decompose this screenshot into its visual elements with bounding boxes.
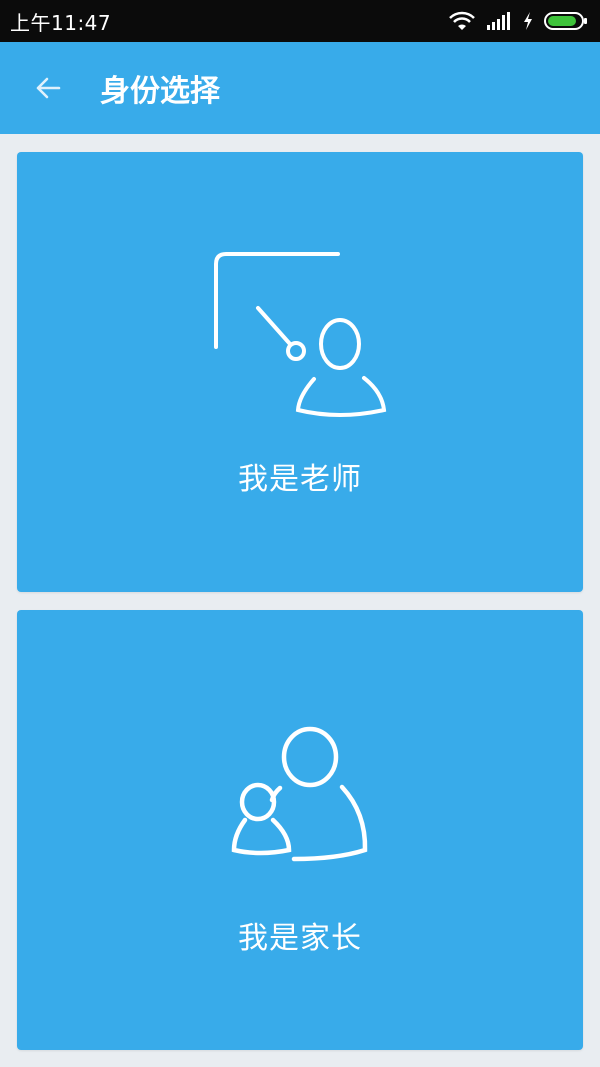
page-title: 身份选择	[100, 74, 220, 109]
charging-icon	[524, 12, 532, 30]
back-button[interactable]	[24, 64, 72, 112]
app-bar: 身份选择	[0, 42, 600, 134]
teacher-option-card[interactable]: 我是老师	[17, 152, 583, 592]
signal-icon	[487, 12, 510, 30]
parent-option-label: 我是家长	[238, 921, 362, 956]
status-bar: 上午11:47	[0, 0, 600, 42]
battery-icon	[544, 12, 587, 30]
arrow-left-icon	[36, 77, 61, 99]
teacher-board-icon	[214, 252, 387, 417]
parent-option-card[interactable]: 我是家长	[17, 610, 583, 1050]
status-icons	[448, 10, 588, 32]
parent-child-icon	[231, 726, 368, 862]
teacher-option-label: 我是老师	[238, 462, 362, 497]
status-time: 上午11:47	[10, 10, 112, 35]
wifi-icon	[449, 11, 475, 30]
